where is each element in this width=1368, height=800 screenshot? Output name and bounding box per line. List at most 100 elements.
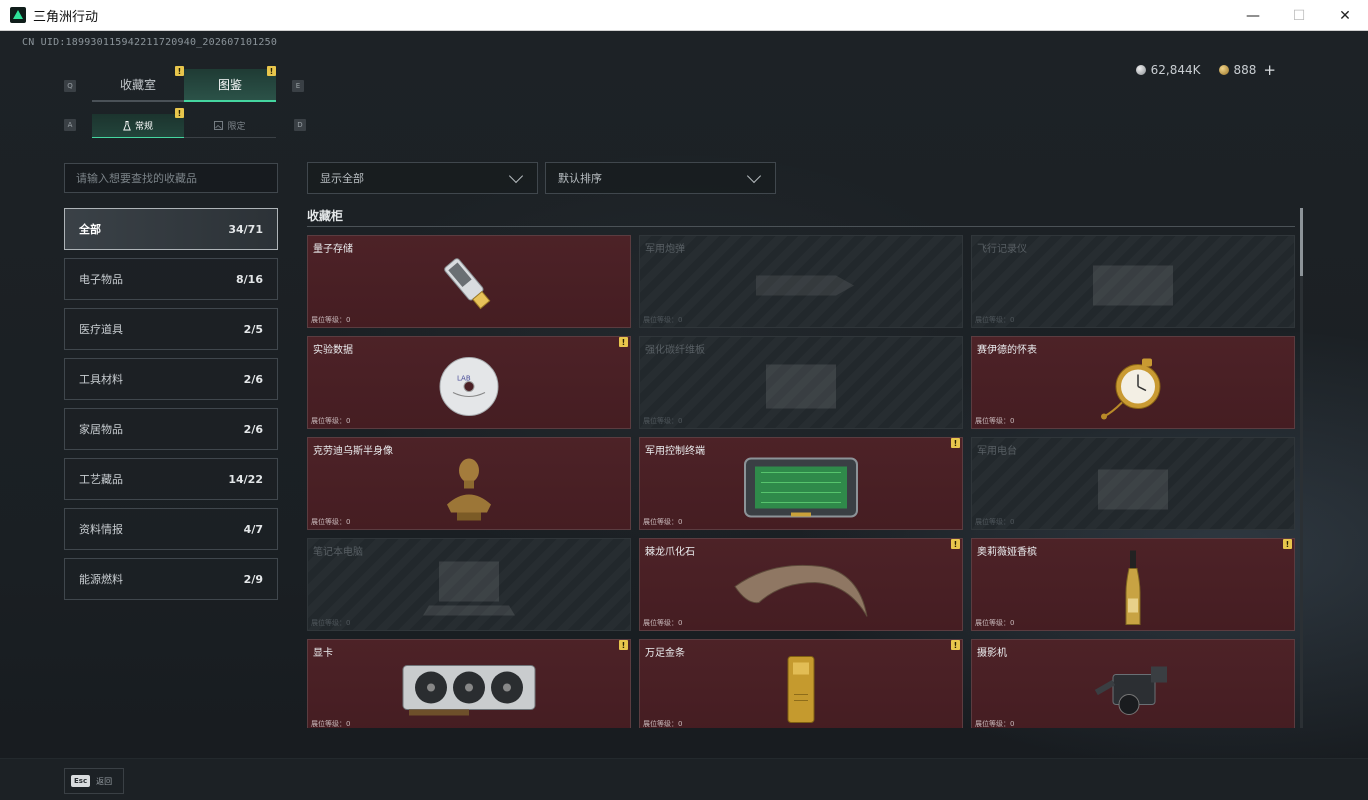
item-name: 万足金条 <box>645 648 685 659</box>
minimize-button[interactable]: — <box>1230 0 1276 31</box>
item-name: 飞行记录仪 <box>977 244 1027 255</box>
main-tabs: 收藏室 ! 图鉴 ! <box>92 66 276 102</box>
carbon-plate-icon <box>731 351 871 421</box>
section-title: 收藏柜 <box>307 209 344 223</box>
dropdown-value: 显示全部 <box>320 172 364 185</box>
window-title-bar: 三角洲行动 — ☐ ✕ <box>0 0 1368 31</box>
collection-card[interactable]: 万足金条展位等级：0! <box>639 639 963 728</box>
tab-label: 收藏室 <box>119 78 156 92</box>
sort-dropdown[interactable]: 默认排序 <box>545 162 776 194</box>
collection-card[interactable]: 强化碳纤维板 展位等级：0 <box>639 336 963 429</box>
category-label: 电子物品 <box>79 273 123 286</box>
item-level: 展位等级：0 <box>311 417 351 425</box>
category-tools[interactable]: 工具材料 2/6 <box>64 358 278 400</box>
gold-bar-icon <box>731 654 871 724</box>
collection-card[interactable]: 军用电台 展位等级：0 <box>971 437 1295 530</box>
category-all[interactable]: 全部 34/71 <box>64 208 278 250</box>
category-count: 2/9 <box>243 572 263 586</box>
category-label: 全部 <box>79 223 101 236</box>
alert-badge-icon: ! <box>175 66 184 76</box>
category-electronics[interactable]: 电子物品 8/16 <box>64 258 278 300</box>
close-button[interactable]: ✕ <box>1322 0 1368 31</box>
category-intel[interactable]: 资料情报 4/7 <box>64 508 278 550</box>
alert-badge-icon: ! <box>619 640 628 650</box>
scrollbar-track[interactable] <box>1300 208 1303 728</box>
collection-card[interactable]: 量子存储 展位等级：0 <box>307 235 631 328</box>
control-terminal-icon <box>731 452 871 522</box>
item-name: 奥莉薇娅香槟 <box>977 547 1037 558</box>
category-household[interactable]: 家居物品 2/6 <box>64 408 278 450</box>
dropdown-value: 默认排序 <box>558 172 602 185</box>
scrollbar-thumb[interactable] <box>1300 208 1303 276</box>
item-level: 展位等级：0 <box>311 720 351 728</box>
back-label: 返回 <box>96 776 113 786</box>
collection-card[interactable]: 笔记本电脑展位等级：0 <box>307 538 631 631</box>
item-level: 展位等级：0 <box>975 518 1015 526</box>
collection-card[interactable]: 棘龙爪化石 展位等级：0! <box>639 538 963 631</box>
tab-codex[interactable]: 图鉴 ! <box>184 66 276 102</box>
gold-coin-icon <box>1218 65 1229 75</box>
collection-card[interactable]: 实验数据 LAB 展位等级：0! <box>307 336 631 429</box>
alert-badge-icon: ! <box>951 438 960 448</box>
collection-card[interactable]: 奥莉薇娅香槟 展位等级：0! <box>971 538 1295 631</box>
category-label: 工艺藏品 <box>79 473 123 486</box>
silver-amount: 62,844K <box>1150 63 1201 77</box>
collection-card[interactable]: 赛伊德的怀表 展位等级：0 <box>971 336 1295 429</box>
collection-card[interactable]: 军用控制终端 展位等级：0! <box>639 437 963 530</box>
key-q-hint: Q <box>64 80 76 92</box>
item-level: 展位等级：0 <box>311 316 351 324</box>
category-medical[interactable]: 医疗道具 2/5 <box>64 308 278 350</box>
svg-text:LAB: LAB <box>457 374 471 382</box>
subtab-regular[interactable]: 常规 ! <box>92 108 184 138</box>
add-currency-button[interactable]: + <box>1263 61 1276 79</box>
category-label: 资料情报 <box>79 523 123 536</box>
laptop-icon <box>399 553 539 623</box>
item-name: 棘龙爪化石 <box>645 547 695 558</box>
collection-card[interactable]: 摄影机 展位等级：0 <box>971 639 1295 728</box>
alert-badge-icon: ! <box>175 108 184 118</box>
collection-card[interactable]: 飞行记录仪展位等级：0 <box>971 235 1295 328</box>
collectible-search-input[interactable] <box>64 163 278 193</box>
subtab-limited[interactable]: 限定 <box>184 114 276 138</box>
image-frame-icon <box>214 121 224 130</box>
category-energy[interactable]: 能源燃料 2/9 <box>64 558 278 600</box>
item-level: 展位等级：0 <box>643 417 683 425</box>
subtab-label: 常规 <box>134 122 153 132</box>
category-list: 全部 34/71 电子物品 8/16 医疗道具 2/5 工具材料 2/6 家居物… <box>64 208 278 608</box>
alert-badge-icon: ! <box>951 640 960 650</box>
collection-grid: 量子存储 展位等级：0 军用炮弹 展位等级：0 飞行记录仪 展位等级：0 实验数据 LAB 展位… <box>307 235 1295 728</box>
item-level: 展位等级：0 <box>311 518 351 526</box>
flight-recorder-icon <box>1063 250 1203 320</box>
disc-icon: LAB <box>399 351 539 421</box>
app-logo-icon <box>10 7 26 23</box>
uid-label: CN UID:1899301159422117209​40_2026071012… <box>22 37 278 48</box>
shell-icon <box>731 250 871 320</box>
claw-fossil-icon <box>731 553 871 623</box>
category-label: 工具材料 <box>79 373 123 386</box>
item-level: 展位等级：0 <box>643 720 683 728</box>
champagne-icon <box>1063 550 1203 625</box>
alert-badge-icon: ! <box>267 66 276 76</box>
collection-card[interactable]: 显卡 展位等级：0! <box>307 639 631 728</box>
item-name: 赛伊德的怀表 <box>977 345 1037 356</box>
item-level: 展位等级：0 <box>975 619 1015 627</box>
tab-collection-room[interactable]: 收藏室 ! <box>92 66 184 102</box>
display-filter-dropdown[interactable]: 显示全部 <box>307 162 538 194</box>
back-button[interactable]: Esc 返回 <box>64 768 124 794</box>
item-name: 笔记本电脑 <box>313 547 363 558</box>
collection-card[interactable]: 军用炮弹展位等级：0 <box>639 235 963 328</box>
category-count: 2/5 <box>243 322 263 336</box>
category-count: 2/6 <box>243 372 263 386</box>
category-crafts[interactable]: 工艺藏品 14/22 <box>64 458 278 500</box>
item-level: 展位等级：0 <box>975 417 1015 425</box>
collection-card[interactable]: 克劳迪乌斯半身像 展位等级：0 <box>307 437 631 530</box>
category-count: 2/6 <box>243 422 263 436</box>
maximize-button[interactable]: ☐ <box>1276 0 1322 31</box>
item-name: 军用炮弹 <box>645 244 685 255</box>
chevron-down-icon <box>746 168 762 183</box>
item-level: 展位等级：0 <box>975 316 1015 324</box>
subtab-label: 限定 <box>227 122 246 132</box>
item-level: 展位等级：0 <box>643 316 683 324</box>
item-level: 展位等级：0 <box>311 619 351 627</box>
silver-currency: 62,844K <box>1135 61 1201 79</box>
